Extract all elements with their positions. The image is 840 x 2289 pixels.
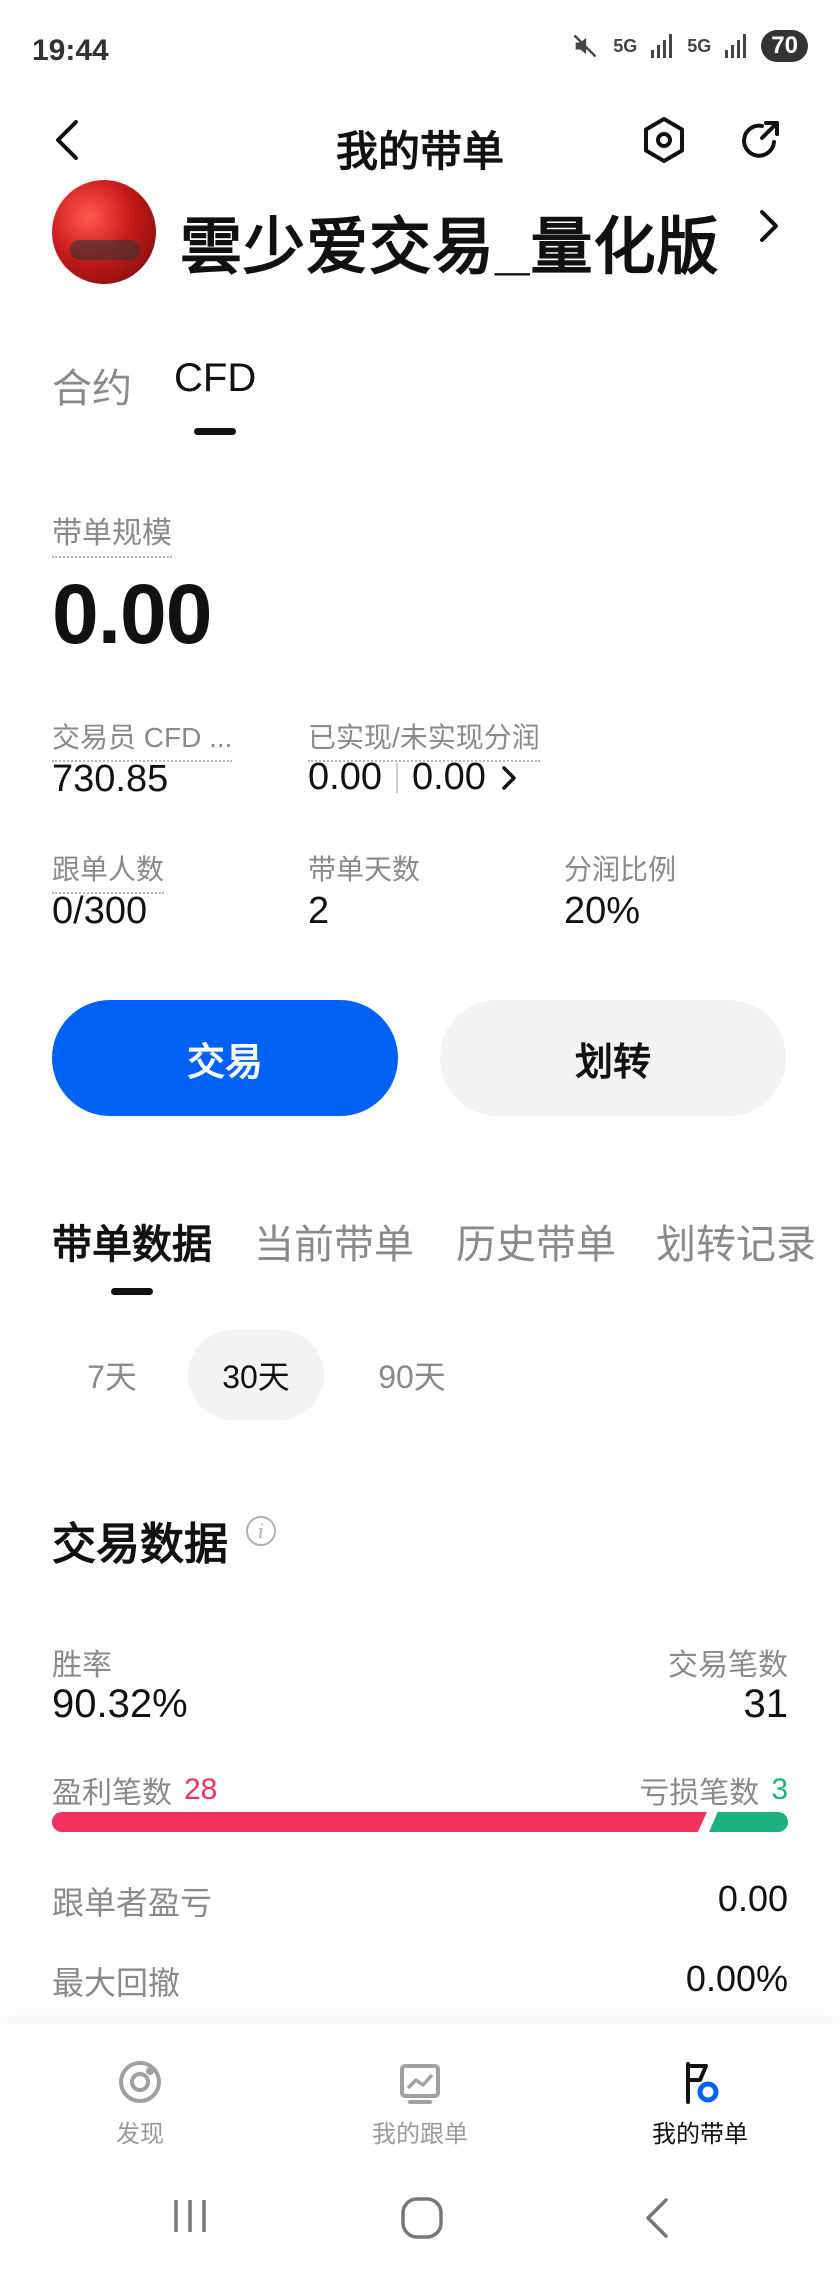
loss-count: 亏损笔数 3 <box>639 1768 788 1812</box>
chevron-right-icon <box>502 765 516 790</box>
settings-button[interactable] <box>636 112 692 168</box>
chart-icon <box>400 2064 440 2104</box>
followers-value: 0/300 <box>52 890 148 932</box>
days-value: 2 <box>308 890 330 932</box>
days-label: 带单天数 <box>308 854 421 885</box>
loss-count-label: 亏损笔数 <box>639 1777 760 1810</box>
discover-icon <box>119 2061 161 2103</box>
profile-arrow-button[interactable] <box>740 198 796 254</box>
signal-5g-2: 5G <box>687 35 712 56</box>
trader-cfd-value: 730.85 <box>52 758 169 800</box>
recent-apps-button[interactable] <box>170 2196 210 2241</box>
ratio-label: 分润比例 <box>564 854 677 885</box>
win-rate-label: 胜率 <box>52 1649 112 1682</box>
tab-cfd[interactable]: CFD <box>174 356 256 401</box>
period-30d[interactable]: 30天 <box>188 1330 324 1420</box>
trade-count-value: 31 <box>743 1682 789 1726</box>
home-icon <box>401 2197 443 2239</box>
recent-apps-icon <box>174 2200 206 2232</box>
avatar[interactable] <box>52 180 156 284</box>
section-tab-indicator <box>111 1288 153 1295</box>
signal-bars-icon <box>651 34 673 58</box>
chevron-right-icon <box>760 210 778 242</box>
follower-pnl-label: 跟单者盈亏 <box>52 1885 213 1921</box>
profit-share-values[interactable]: 0.00 0.00 <box>308 756 518 799</box>
signal-bars-icon <box>725 34 747 58</box>
tab-history-orders[interactable]: 历史带单 <box>456 1212 616 1270</box>
scale-value: 0.00 <box>52 567 212 661</box>
profile-name[interactable]: 雲少爱交易_量化版 <box>180 196 719 286</box>
tab-contract[interactable]: 合约 <box>52 356 132 414</box>
followers-label[interactable]: 跟单人数 <box>52 848 165 894</box>
follower-pnl-value: 0.00 <box>717 1878 788 1919</box>
trade-data-title: 交易数据 <box>52 1520 228 1569</box>
nav-my-follows[interactable]: 我的跟单 <box>320 2058 520 2149</box>
page-title: 我的带单 <box>335 128 504 175</box>
win-rate-value: 90.32% <box>52 1682 188 1726</box>
unrealized-value: 0.00 <box>411 756 486 798</box>
loss-count-value: 3 <box>771 1773 788 1806</box>
home-button[interactable] <box>400 2196 444 2245</box>
tab-current-orders[interactable]: 当前带单 <box>254 1212 414 1270</box>
loss-bar <box>709 1812 788 1832</box>
status-time: 19:44 <box>32 34 109 67</box>
tab-transfer-records[interactable]: 划转记录 <box>656 1212 816 1270</box>
share-icon <box>742 121 779 158</box>
profit-count: 盈利笔数 28 <box>52 1768 217 1812</box>
period-90d[interactable]: 90天 <box>344 1330 480 1420</box>
back-icon <box>646 2198 668 2238</box>
share-button[interactable] <box>732 112 788 168</box>
nav-my-follows-label: 我的跟单 <box>372 2121 468 2148</box>
nav-discover[interactable]: 发现 <box>40 2058 240 2149</box>
profit-bar <box>52 1812 707 1832</box>
nav-discover-label: 发现 <box>116 2121 164 2148</box>
max-drawdown-label: 最大回撤 <box>52 1965 181 2001</box>
scale-label[interactable]: 带单规模 <box>52 508 172 558</box>
trade-button[interactable]: 交易 <box>52 1000 398 1116</box>
realized-value: 0.00 <box>308 756 382 798</box>
mute-icon <box>573 34 597 58</box>
nav-my-leads-label: 我的带单 <box>652 2121 748 2148</box>
status-icons: 5G 5G 70 <box>571 30 808 62</box>
trade-count-label: 交易笔数 <box>668 1649 788 1682</box>
signal-5g-1: 5G <box>613 35 638 56</box>
value-divider <box>395 762 398 793</box>
trader-cfd-label[interactable]: 交易员 CFD ... <box>52 716 233 762</box>
transfer-button[interactable]: 划转 <box>440 1000 786 1116</box>
battery-indicator: 70 <box>761 30 808 62</box>
info-icon[interactable]: i <box>246 1516 276 1546</box>
system-back-button[interactable] <box>642 2196 672 2245</box>
flag-icon <box>686 2062 719 2104</box>
tab-copy-data[interactable]: 带单数据 <box>52 1212 212 1270</box>
ratio-value: 20% <box>564 890 641 932</box>
nav-my-leads[interactable]: 我的带单 <box>600 2058 800 2149</box>
profit-count-value: 28 <box>184 1773 218 1806</box>
period-7d[interactable]: 7天 <box>44 1330 180 1420</box>
max-drawdown-value: 0.00% <box>685 1958 788 1999</box>
profit-count-label: 盈利笔数 <box>52 1777 172 1810</box>
settings-hexagon-icon <box>644 117 684 163</box>
tab-active-indicator <box>194 428 236 435</box>
